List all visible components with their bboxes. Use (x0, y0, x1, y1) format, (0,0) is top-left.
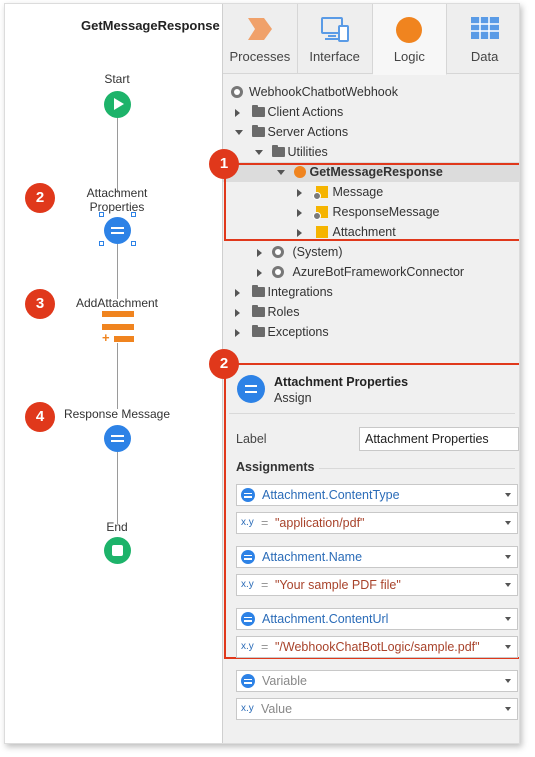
folder-icon (252, 105, 265, 117)
tree-item-exceptions[interactable]: Exceptions (235, 322, 329, 342)
tree-callout-box (224, 163, 519, 241)
tree-item-utilities[interactable]: Utilities (255, 142, 328, 162)
tree-item-client-actions[interactable]: Client Actions (235, 102, 343, 122)
dropdown-caret-icon[interactable] (505, 555, 511, 559)
list-append-icon[interactable]: + (102, 311, 134, 344)
interface-icon (320, 17, 349, 42)
dropdown-caret-icon[interactable] (505, 617, 511, 621)
empty-value-field[interactable]: x.y = Value (236, 698, 518, 720)
tree-item-system[interactable]: (System) (257, 242, 342, 262)
data-icon (470, 17, 499, 39)
module-icon (231, 86, 243, 98)
assign-icon (237, 375, 265, 403)
tab-data[interactable]: Data (447, 4, 519, 74)
tab-interface[interactable]: Interface (298, 4, 373, 74)
window-frame: GetMessageResponse Start Attachment Prop… (4, 3, 520, 744)
callout-badge: 2 (25, 183, 55, 213)
selection-handle[interactable] (99, 241, 104, 246)
module-icon (272, 246, 284, 258)
assignment-value-field[interactable]: x.y = "Your sample PDF file" (236, 574, 518, 596)
end-node-icon[interactable] (104, 537, 131, 564)
flow-connector (117, 244, 118, 299)
dropdown-caret-icon[interactable] (505, 521, 511, 525)
flow-canvas[interactable]: GetMessageResponse Start Attachment Prop… (5, 4, 222, 743)
callout-badge: 3 (25, 289, 55, 319)
tab-processes[interactable]: Processes (223, 4, 298, 74)
divider (229, 413, 515, 414)
callout-badge: 2 (209, 349, 239, 379)
folder-icon (252, 125, 265, 137)
tab-logic[interactable]: Logic (372, 4, 448, 75)
tab-bar: Processes Interface Logic Data (223, 4, 519, 75)
module-icon (272, 266, 284, 278)
variable-icon (241, 488, 255, 502)
collapse-arrow-icon[interactable] (255, 150, 263, 156)
tab-label: Logic (393, 49, 425, 64)
response-message-label: Response Message (63, 407, 171, 421)
assignment-variable-field[interactable]: Attachment.Name (236, 546, 518, 568)
variable-icon (241, 612, 255, 626)
processes-icon (247, 18, 272, 40)
right-panel: Processes Interface Logic Data WebhookCh… (209, 4, 519, 743)
tree-item-server-actions[interactable]: Server Actions (235, 122, 348, 142)
variable-icon (241, 550, 255, 564)
selection-handle[interactable] (131, 212, 136, 217)
dropdown-caret-icon[interactable] (505, 493, 511, 497)
end-label: End (106, 520, 128, 534)
properties-subtitle: Assign (274, 391, 312, 405)
expression-icon: x.y (241, 641, 254, 652)
add-attachment-label: AddAttachment (75, 296, 159, 310)
expand-arrow-icon[interactable] (235, 308, 240, 317)
divider (319, 468, 515, 469)
expand-arrow-icon[interactable] (235, 108, 240, 117)
label-caption: Label (236, 432, 267, 446)
assignment-variable-field[interactable]: Attachment.ContentType (236, 484, 518, 506)
assign-node-icon[interactable] (104, 425, 131, 452)
folder-icon (252, 305, 265, 317)
flow-title: GetMessageResponse (81, 18, 220, 33)
callout-badge: 4 (25, 402, 55, 432)
variable-icon (241, 674, 255, 688)
start-node-icon[interactable] (104, 91, 131, 118)
dropdown-caret-icon[interactable] (505, 707, 511, 711)
collapse-arrow-icon[interactable] (235, 130, 243, 136)
folder-icon (272, 145, 285, 157)
empty-variable-field[interactable]: Variable (236, 670, 518, 692)
label-input[interactable]: Attachment Properties (359, 427, 519, 451)
expand-arrow-icon[interactable] (257, 248, 262, 257)
assignment-variable-field[interactable]: Attachment.ContentUrl (236, 608, 518, 630)
assign-node-icon[interactable] (104, 217, 131, 244)
tab-label: Data (470, 49, 499, 64)
assignment-value-field[interactable]: x.y = "/WebhookChatBotLogic/sample.pdf" (236, 636, 518, 658)
flow-connector (117, 118, 118, 193)
expand-arrow-icon[interactable] (235, 288, 240, 297)
tree-item-root[interactable]: WebhookChatbotWebhook (231, 82, 398, 102)
dropdown-caret-icon[interactable] (505, 679, 511, 683)
assignments-heading: Assignments (236, 460, 315, 474)
expand-arrow-icon[interactable] (235, 328, 240, 337)
tree-item-azure-connector[interactable]: AzureBotFrameworkConnector (257, 262, 464, 282)
selection-handle[interactable] (99, 212, 104, 217)
logic-icon (396, 17, 423, 43)
attachment-properties-label: Attachment Properties (86, 186, 148, 214)
selection-handle[interactable] (131, 241, 136, 246)
expression-icon: x.y (241, 517, 254, 528)
folder-icon (252, 285, 265, 297)
dropdown-caret-icon[interactable] (505, 583, 511, 587)
folder-icon (252, 325, 265, 337)
dropdown-caret-icon[interactable] (505, 645, 511, 649)
expression-icon: x.y (241, 703, 254, 714)
flow-connector (117, 343, 118, 409)
callout-badge: 1 (209, 149, 239, 179)
tab-label: Processes (229, 49, 291, 64)
expression-icon: x.y (241, 579, 254, 590)
tree-item-roles[interactable]: Roles (235, 302, 299, 322)
tree-item-integrations[interactable]: Integrations (235, 282, 333, 302)
assignment-value-field[interactable]: x.y = "application/pdf" (236, 512, 518, 534)
expand-arrow-icon[interactable] (257, 268, 262, 277)
start-label: Start (104, 72, 130, 86)
tab-label: Interface (309, 49, 360, 64)
properties-title: Attachment Properties (274, 375, 409, 389)
flow-connector (117, 449, 118, 524)
